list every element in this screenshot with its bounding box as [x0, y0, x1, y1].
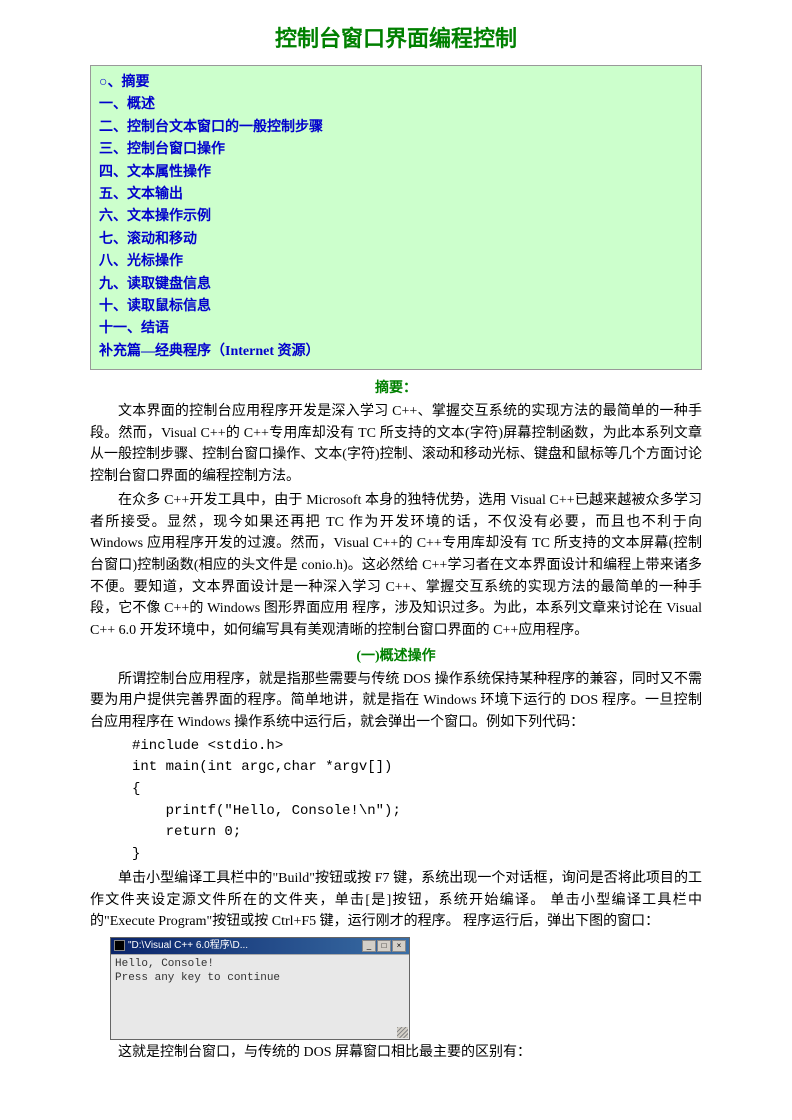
close-button[interactable]: × — [392, 940, 406, 952]
table-of-contents: ○、摘要 一、概述 二、控制台文本窗口的一般控制步骤 三、控制台窗口操作 四、文… — [90, 65, 702, 370]
toc-item[interactable]: 五、文本输出 — [99, 184, 693, 206]
console-screenshot: "D:\Visual C++ 6.0程序\D... _ □ × Hello, C… — [110, 937, 410, 1040]
abstract-heading: 摘要： — [90, 378, 702, 399]
toc-item[interactable]: 一、概述 — [99, 94, 693, 116]
abstract-paragraph: 文本界面的控制台应用程序开发是深入学习 C++、掌握交互系统的实现方法的最简单的… — [90, 401, 702, 488]
body-paragraph: 所谓控制台应用程序，就是指那些需要与传统 DOS 操作系统保持某种程序的兼容，同… — [90, 669, 702, 734]
console-output: Hello, Console! Press any key to continu… — [111, 954, 409, 1039]
toc-item[interactable]: 十、读取鼠标信息 — [99, 296, 693, 318]
toc-item[interactable]: 七、滚动和移动 — [99, 229, 693, 251]
console-title-text: "D:\Visual C++ 6.0程序\D... — [128, 938, 361, 953]
window-buttons: _ □ × — [361, 940, 406, 952]
toc-item[interactable]: 二、控制台文本窗口的一般控制步骤 — [99, 117, 693, 139]
console-titlebar: "D:\Visual C++ 6.0程序\D... _ □ × — [111, 938, 409, 954]
console-app-icon — [114, 940, 125, 951]
toc-item[interactable]: 补充篇—经典程序（Internet 资源） — [99, 341, 693, 363]
minimize-button[interactable]: _ — [362, 940, 376, 952]
toc-item[interactable]: ○、摘要 — [99, 72, 693, 94]
toc-item[interactable]: 三、控制台窗口操作 — [99, 139, 693, 161]
section1-heading: (一)概述操作 — [90, 646, 702, 667]
code-sample: #include <stdio.h> int main(int argc,cha… — [132, 736, 702, 866]
body-paragraph: 单击小型编译工具栏中的"Build"按钮或按 F7 键，系统出现一个对话框，询问… — [90, 868, 702, 933]
toc-item[interactable]: 九、读取键盘信息 — [99, 274, 693, 296]
resize-grip-icon[interactable] — [397, 1027, 408, 1038]
toc-item[interactable]: 四、文本属性操作 — [99, 162, 693, 184]
abstract-paragraph: 在众多 C++开发工具中，由于 Microsoft 本身的独特优势，选用 Vis… — [90, 490, 702, 642]
toc-item[interactable]: 八、光标操作 — [99, 251, 693, 273]
toc-item[interactable]: 六、文本操作示例 — [99, 206, 693, 228]
body-paragraph: 这就是控制台窗口，与传统的 DOS 屏幕窗口相比最主要的区别有： — [90, 1042, 702, 1064]
toc-item[interactable]: 十一、结语 — [99, 318, 693, 340]
maximize-button[interactable]: □ — [377, 940, 391, 952]
page-title: 控制台窗口界面编程控制 — [90, 22, 702, 55]
